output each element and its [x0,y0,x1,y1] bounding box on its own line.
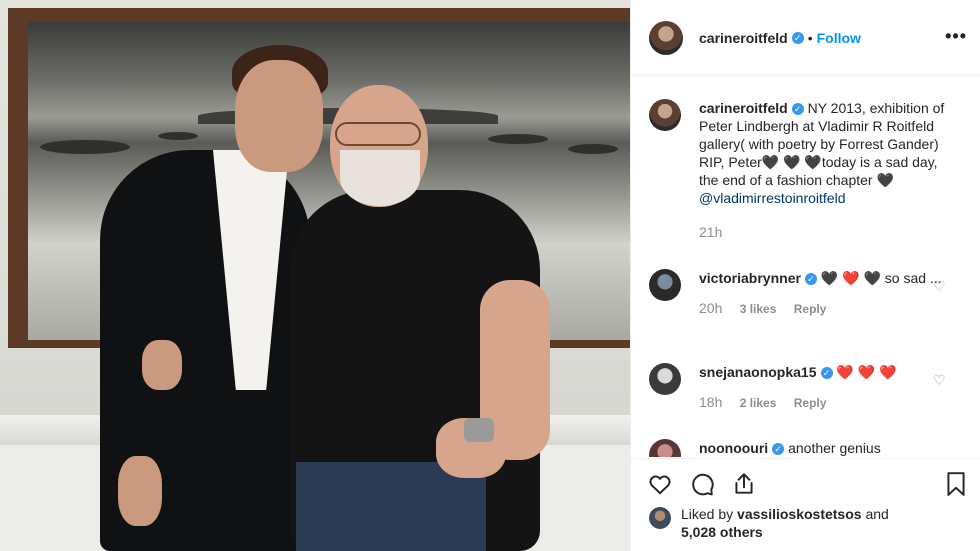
verified-icon: ✓ [772,443,785,455]
black-hearts: 🖤 🖤 🖤 [761,154,822,170]
post-side-panel: carineroitfeld ✓ • Follow ••• carineroit… [630,0,980,551]
post-photo[interactable] [0,0,630,551]
likes-count[interactable]: 5,028 others [681,524,763,540]
liker-username[interactable]: vassilioskostetsos [737,506,862,522]
man-left-hand [118,456,162,526]
comment-icon[interactable] [689,471,715,497]
comment-likes[interactable]: 2 likes [740,396,777,410]
commenter-username[interactable]: snejanaonopka15 [699,364,817,380]
commenter-username[interactable]: noonoouri [699,440,768,456]
author-avatar[interactable] [649,20,683,55]
commenter-username[interactable]: victoriabrynner [699,270,801,286]
caption-text-line2a: RIP, Peter [699,154,762,170]
wristwatch [464,418,494,442]
comment-hearts: 🖤 ❤️ 🖤 [820,270,881,286]
heart-icon[interactable]: ♡ [933,279,947,293]
caption-time[interactable]: 21h [699,224,722,240]
comment-row: snejanaonopka15 ✓ ❤️ ❤️ ❤️ 18h 2 likes Re… [649,363,969,412]
liked-by-and: and [865,506,889,522]
comment-time[interactable]: 20h [699,300,722,316]
caption-username[interactable]: carineroitfeld [699,100,788,116]
man-left-face [235,60,323,172]
caption: carineroitfeld ✓ NY 2013, exhibition of P… [649,99,969,242]
comment-row: noonoouri ✓ another genius [649,439,969,457]
follow-button[interactable]: Follow [817,30,861,46]
liker-avatar[interactable] [649,507,671,529]
comment-row: victoriabrynner ✓ 🖤 ❤️ 🖤 so sad ... 20h 3… [649,269,969,318]
rock [158,132,198,140]
liked-by-prefix: Liked by [681,506,734,522]
bookmark-icon[interactable] [943,471,969,497]
commenter-avatar[interactable] [649,269,681,301]
comment-meta: 18h 2 likes Reply [699,393,947,412]
caption-avatar[interactable] [649,99,681,131]
verified-icon: ✓ [820,367,833,379]
rock [488,134,548,144]
action-bar [631,458,980,510]
more-icon[interactable]: ••• [945,26,967,47]
comment-likes[interactable]: 3 likes [740,302,777,316]
comment-time[interactable]: 18h [699,394,722,410]
caption-meta: 21h [699,223,947,242]
black-heart: 🖤 [876,172,894,188]
comment-hearts: ❤️ ❤️ ❤️ [836,364,897,380]
commenter-avatar[interactable] [649,439,681,457]
rock [40,140,130,154]
man-right-beard [340,150,420,206]
arm-around [142,340,182,390]
man-right-glasses [335,122,421,146]
verified-icon: ✓ [804,273,817,285]
rock [568,144,618,154]
commenter-avatar[interactable] [649,363,681,395]
comment-text: another genius [788,440,881,456]
comment-meta: 20h 3 likes Reply [699,299,947,318]
heart-icon[interactable] [647,471,673,497]
reply-button[interactable]: Reply [794,396,827,410]
verified-icon: ✓ [791,103,804,115]
separator-dot: • [807,29,813,46]
comments-list[interactable]: carineroitfeld ✓ NY 2013, exhibition of P… [631,77,980,457]
reply-button[interactable]: Reply [794,302,827,316]
share-icon[interactable] [731,471,757,497]
author-username[interactable]: carineroitfeld [699,30,788,46]
mention-link[interactable]: @vladimirrestoinroitfeld [699,190,845,206]
liked-by: Liked by vassilioskostetsos and 5,028 ot… [649,505,889,541]
verified-icon: ✓ [791,31,804,44]
heart-icon[interactable]: ♡ [933,373,947,387]
post-header: carineroitfeld ✓ • Follow ••• [631,0,980,76]
